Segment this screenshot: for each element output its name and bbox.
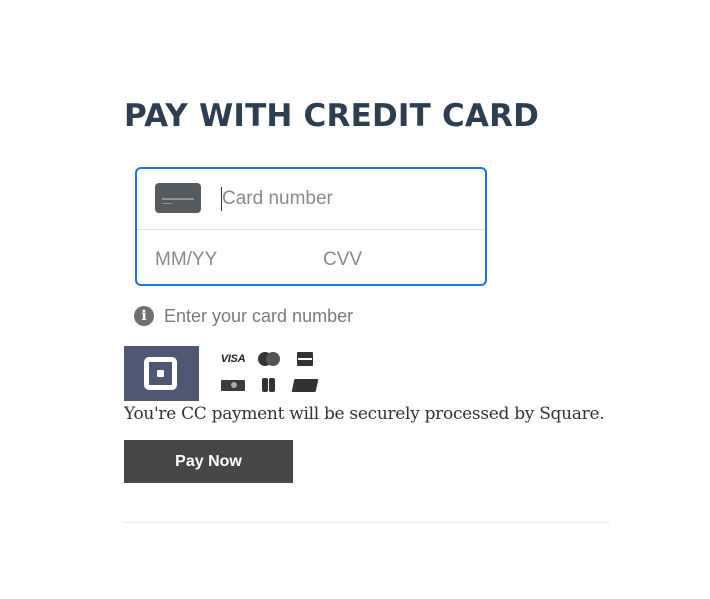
square-logo-inner — [157, 370, 164, 377]
card-number-input[interactable] — [222, 187, 462, 211]
card-stripe — [162, 198, 194, 200]
discover-logo — [220, 377, 246, 393]
card-brand-logos: VISA — [218, 348, 322, 396]
jcb-logo — [258, 377, 280, 393]
visa-logo: VISA — [220, 353, 246, 365]
unionpay-logo — [291, 377, 319, 393]
amex-logo — [296, 351, 314, 367]
credit-card-icon — [155, 183, 201, 213]
info-icon: i — [134, 306, 154, 326]
cvv-input[interactable] — [323, 248, 443, 272]
card-hint: i Enter your card number — [134, 305, 353, 327]
square-logo — [124, 346, 199, 401]
card-entry-form — [135, 167, 487, 286]
expiry-date-input[interactable] — [155, 248, 295, 272]
card-number-row — [137, 169, 485, 230]
secure-payment-note: You're CC payment will be securely proce… — [124, 404, 605, 424]
page-title: PAY WITH CREDIT CARD — [124, 98, 540, 134]
card-stripe-short — [162, 203, 172, 204]
mastercard-logo — [256, 351, 282, 367]
square-logo-outer — [144, 357, 177, 390]
divider — [124, 522, 610, 523]
hint-text: Enter your card number — [164, 305, 354, 326]
pay-now-button[interactable]: Pay Now — [124, 440, 293, 483]
